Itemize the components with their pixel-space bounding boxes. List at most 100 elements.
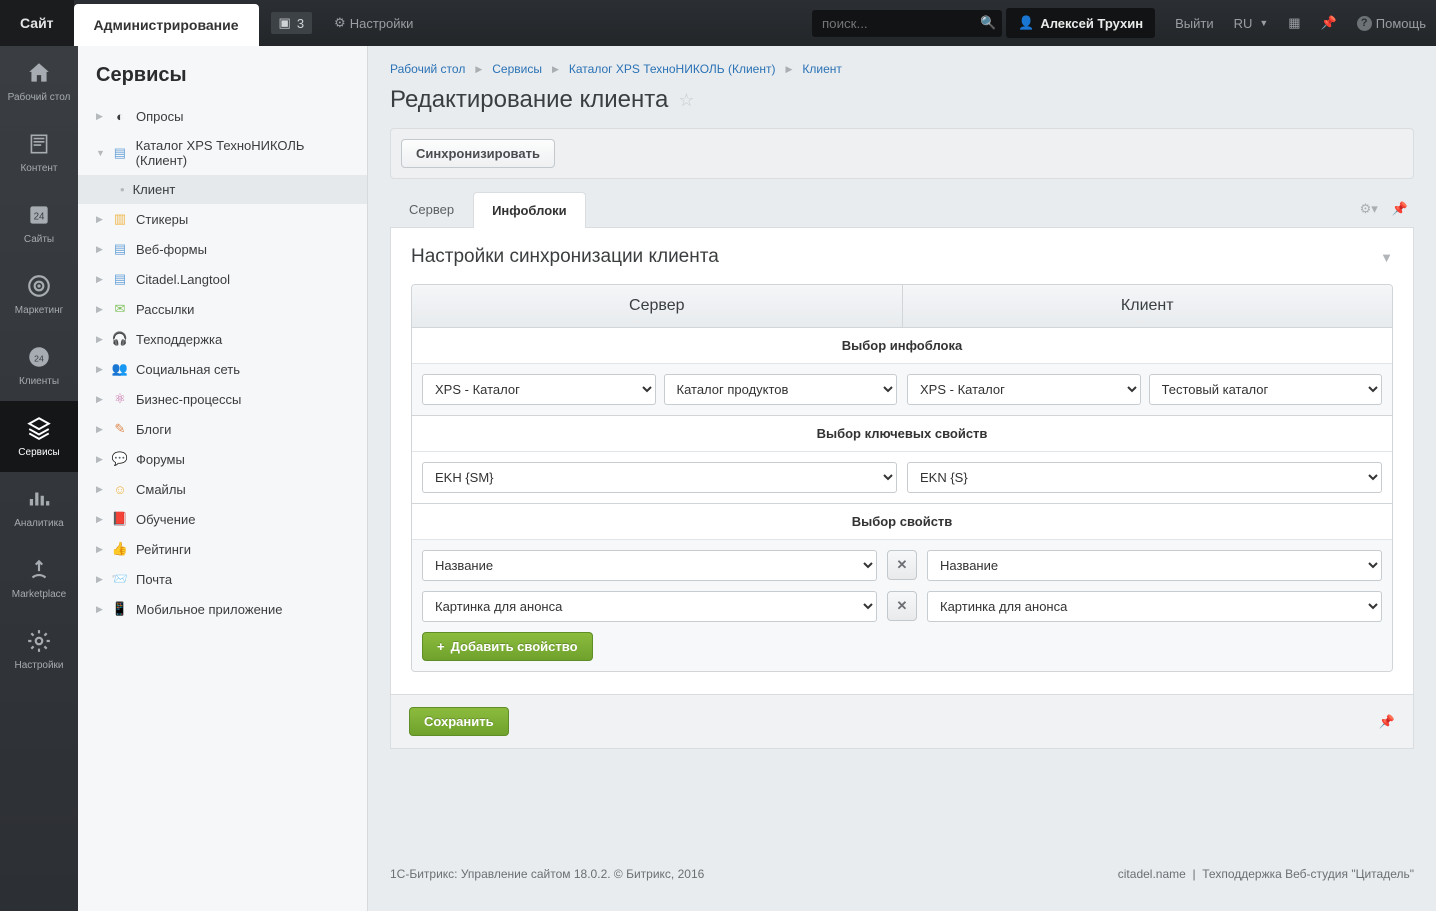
- crumb-services[interactable]: Сервисы: [492, 62, 542, 76]
- pin-icon[interactable]: 📌: [1311, 0, 1347, 46]
- prop1-client-select[interactable]: Название: [927, 550, 1382, 581]
- star-icon[interactable]: ☆: [678, 90, 694, 111]
- tab-infoblocks[interactable]: Инфоблоки: [473, 192, 586, 228]
- col-server: Сервер: [412, 285, 903, 327]
- tree-mailings[interactable]: ▶✉Рассылки: [78, 294, 367, 324]
- search-box: 🔍: [812, 0, 996, 46]
- page-title: Редактирование клиента ☆: [390, 86, 1414, 114]
- tree-catalog-xps[interactable]: ▼▤Каталог XPS ТехноНИКОЛЬ (Клиент): [78, 131, 367, 175]
- tree-learning[interactable]: ▶📕Обучение: [78, 504, 367, 534]
- tree-bizproc[interactable]: ▶⚛Бизнес-процессы: [78, 384, 367, 414]
- sync-grid: Сервер Клиент Выбор инфоблока XPS - Ката…: [411, 284, 1393, 672]
- lang-switch[interactable]: RU▼: [1224, 0, 1279, 46]
- tree-langtool[interactable]: ▶▤Citadel.Langtool: [78, 264, 367, 294]
- nav-marketplace[interactable]: Marketplace: [0, 543, 78, 614]
- tree-mobile[interactable]: ▶📱Мобильное приложение: [78, 594, 367, 624]
- tree-ratings[interactable]: ▶👍Рейтинги: [78, 534, 367, 564]
- tree-forums[interactable]: ▶💬Форумы: [78, 444, 367, 474]
- nav-settings[interactable]: Настройки: [0, 614, 78, 685]
- server-key-select[interactable]: EKH {SM}: [422, 462, 897, 493]
- footer-site-link[interactable]: citadel.name: [1118, 867, 1186, 881]
- chat-icon: 💬: [112, 451, 128, 467]
- nav-content[interactable]: Контент: [0, 117, 78, 188]
- crumb-client[interactable]: Клиент: [802, 62, 842, 76]
- crumb-catalog[interactable]: Каталог XPS ТехноНИКОЛЬ (Клиент): [569, 62, 776, 76]
- plus-icon: +: [437, 639, 445, 654]
- sidebar-title: Сервисы: [78, 60, 367, 101]
- server-iblock-type-select[interactable]: XPS - Каталог: [422, 374, 656, 405]
- tree-polls[interactable]: ▶◐Опросы: [78, 101, 367, 131]
- notification-badge[interactable]: ▣3: [259, 0, 325, 46]
- gear-icon: ⚙: [334, 15, 346, 31]
- gear-icon[interactable]: ⚙▾: [1360, 201, 1378, 217]
- tree-blogs[interactable]: ▶✎Блоги: [78, 414, 367, 444]
- user-menu[interactable]: 👤 Алексей Трухин: [1006, 8, 1155, 38]
- headphones-icon: 🎧: [112, 331, 128, 347]
- tree-stickers[interactable]: ▶▥Стикеры: [78, 204, 367, 234]
- tree-catalog-client[interactable]: •Клиент: [78, 175, 367, 204]
- nav-clients[interactable]: 24Клиенты: [0, 330, 78, 401]
- smile-icon: ☺: [112, 481, 128, 497]
- topbar: Сайт Администрирование ▣3 ⚙ Настройки 🔍 …: [0, 0, 1436, 46]
- server-iblock-select[interactable]: Каталог продуктов: [664, 374, 898, 405]
- save-button[interactable]: Сохранить: [409, 707, 509, 736]
- footer-support-link[interactable]: Техподдержка Веб-студия "Цитадель": [1202, 867, 1414, 881]
- section-props: Выбор свойств: [412, 503, 1392, 539]
- pin-icon[interactable]: 📌: [1379, 714, 1395, 730]
- close-icon: ✕: [897, 557, 908, 573]
- inbox-icon: 📨: [112, 571, 128, 587]
- main-content: Рабочий стол▶ Сервисы▶ Каталог XPS Техно…: [368, 46, 1436, 911]
- client-iblock-type-select[interactable]: XPS - Каталог: [907, 374, 1141, 405]
- tree-support[interactable]: ▶🎧Техподдержка: [78, 324, 367, 354]
- users-icon: 👥: [112, 361, 128, 377]
- sync-button[interactable]: Синхронизировать: [401, 139, 555, 168]
- collapse-icon[interactable]: ▼: [1380, 250, 1393, 265]
- prop2-delete[interactable]: ✕: [887, 591, 917, 621]
- panel-heading: Настройки синхронизации клиента: [411, 246, 719, 268]
- chart-pie-icon: ◐: [112, 108, 128, 124]
- prop2-server-select[interactable]: Картинка для анонса: [422, 591, 877, 622]
- nav-analytics[interactable]: Аналитика: [0, 472, 78, 543]
- form-icon: ▤: [112, 241, 128, 257]
- calendar-icon[interactable]: ▦: [1278, 0, 1310, 46]
- footer-copyright: 1С-Битрикс: Управление сайтом 18.0.2. © …: [390, 867, 704, 881]
- chevron-down-icon: ▼: [1259, 18, 1268, 28]
- section-keyprops: Выбор ключевых свойств: [412, 415, 1392, 451]
- tree-webforms[interactable]: ▶▤Веб-формы: [78, 234, 367, 264]
- help-link[interactable]: ? Помощь: [1347, 0, 1436, 46]
- tab-site[interactable]: Сайт: [0, 0, 74, 46]
- search-input[interactable]: [812, 10, 1002, 37]
- prop1-server-select[interactable]: Название: [422, 550, 877, 581]
- client-key-select[interactable]: EKN {S}: [907, 462, 1382, 493]
- tab-server[interactable]: Сервер: [390, 191, 473, 227]
- toolbar: Синхронизировать: [390, 128, 1414, 179]
- nav-marketing[interactable]: Маркетинг: [0, 259, 78, 330]
- user-icon: 👤: [1018, 15, 1034, 31]
- col-client: Клиент: [903, 285, 1393, 327]
- add-property-button[interactable]: + Добавить свойство: [422, 632, 593, 661]
- tree-social[interactable]: ▶👥Социальная сеть: [78, 354, 367, 384]
- nav-desktop[interactable]: Рабочий стол: [0, 46, 78, 117]
- search-icon[interactable]: 🔍: [980, 15, 996, 31]
- document-icon: ▤: [112, 145, 128, 161]
- left-nav: Рабочий стол Контент 24Сайты Маркетинг 2…: [0, 46, 78, 911]
- pin-icon[interactable]: 📌: [1392, 201, 1408, 217]
- help-icon: ?: [1357, 16, 1372, 31]
- tree-smiles[interactable]: ▶☺Смайлы: [78, 474, 367, 504]
- nav-sites[interactable]: 24Сайты: [0, 188, 78, 259]
- nav-services[interactable]: Сервисы: [0, 401, 78, 472]
- settings-link[interactable]: ⚙ Настройки: [324, 0, 423, 46]
- crumb-desktop[interactable]: Рабочий стол: [390, 62, 465, 76]
- tab-admin[interactable]: Администрирование: [74, 4, 259, 46]
- logout-link[interactable]: Выйти: [1165, 0, 1224, 46]
- breadcrumb: Рабочий стол▶ Сервисы▶ Каталог XPS Техно…: [390, 62, 1414, 76]
- tree-mail[interactable]: ▶📨Почта: [78, 564, 367, 594]
- footer: 1С-Битрикс: Управление сайтом 18.0.2. © …: [390, 837, 1414, 881]
- sidebar: Сервисы ▶◐Опросы ▼▤Каталог XPS ТехноНИКО…: [78, 46, 368, 911]
- panel: Настройки синхронизации клиента ▼ Сервер…: [390, 228, 1414, 695]
- client-iblock-select[interactable]: Тестовый каталог: [1149, 374, 1383, 405]
- prop2-client-select[interactable]: Картинка для анонса: [927, 591, 1382, 622]
- sticker-icon: ▥: [112, 211, 128, 227]
- prop1-delete[interactable]: ✕: [887, 550, 917, 580]
- pencil-icon: ✎: [112, 421, 128, 437]
